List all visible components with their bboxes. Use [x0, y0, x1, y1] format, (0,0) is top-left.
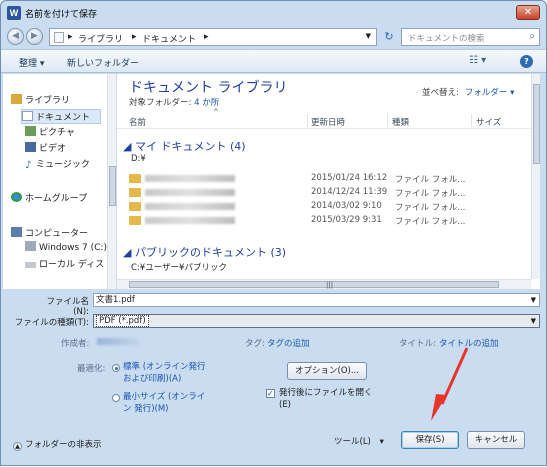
annotation-arrow	[431, 347, 469, 421]
save-as-dialog: W 名前を付けて保存 ✕ ◀ ▶ ▸ ライブラリ ▸ ドキュメント ▸ ▼ ↻ …	[0, 0, 547, 466]
